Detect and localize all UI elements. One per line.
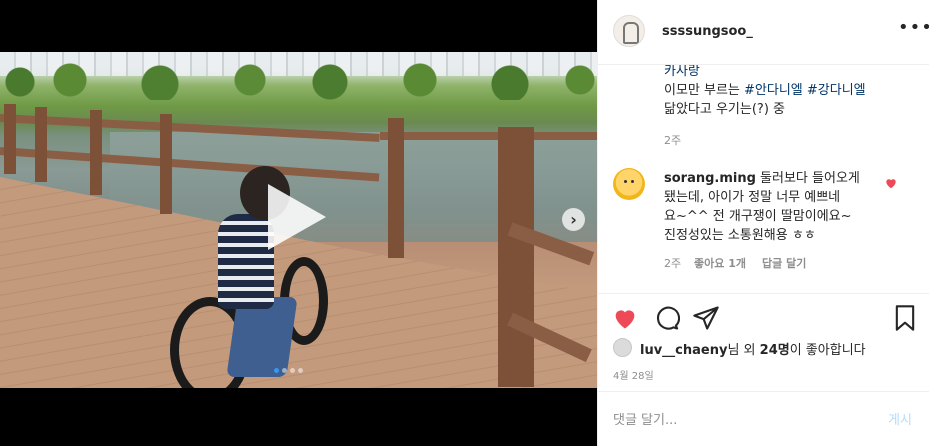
slide-dot-active <box>274 368 279 373</box>
more-horizontal-icon[interactable]: ••• <box>898 17 929 38</box>
share-icon[interactable] <box>692 304 720 332</box>
likes-count[interactable]: 24명 <box>760 343 790 358</box>
liked-heart-icon[interactable] <box>884 176 898 190</box>
comments-list[interactable]: 카사랑 이모만 부르는 #안다니엘 #강다니엘 닮았다고 우기는(?) 중 2주… <box>598 65 929 293</box>
child-legs <box>226 297 298 377</box>
post-media: › <box>0 0 597 446</box>
railing-post <box>90 110 102 195</box>
liker-avatar[interactable] <box>613 338 632 357</box>
slide-indicator <box>274 368 303 373</box>
slide-dot <box>282 368 287 373</box>
likes-text: 이 좋아합니다 <box>789 343 866 358</box>
heart-icon[interactable] <box>611 304 639 332</box>
post-header: ssssungsoo_ ••• <box>598 0 929 65</box>
comment-likes[interactable]: 좋아요 1개 <box>694 255 746 271</box>
post-side-panel: ssssungsoo_ ••• 카사랑 이모만 부르는 #안다니엘 #강다니엘 … <box>597 0 929 446</box>
comment-text: 됐는데, 아이가 정말 너무 예쁘네 <box>664 190 841 205</box>
slide-dot <box>298 368 303 373</box>
child-striped-shirt <box>218 214 274 309</box>
author-avatar[interactable] <box>613 15 645 47</box>
bookmark-icon[interactable] <box>891 304 919 332</box>
comment-item: 카사랑 이모만 부르는 #안다니엘 #강다니엘 닮았다고 우기는(?) 중 <box>664 65 866 119</box>
comment-text: 둘러보다 들어오게 <box>755 171 860 186</box>
railing-post <box>498 127 534 387</box>
comment-text: 요~^^ 전 개구쟁이 딸맘이에요~ <box>664 209 852 224</box>
reply-button[interactable]: 답글 달기 <box>762 255 806 271</box>
liker-username[interactable]: luv__chaeny <box>640 343 727 358</box>
commenter-username[interactable]: sorang.ming <box>664 171 756 186</box>
post-date[interactable]: 4월 28일 <box>613 367 654 382</box>
comment-time[interactable]: 2주 <box>664 255 681 271</box>
railing-post <box>4 104 16 174</box>
comment-text-fragment: 닮았다고 우기는(?) 중 <box>664 102 785 117</box>
post-comment-button[interactable]: 게시 <box>888 409 912 428</box>
likes-summary: luv__chaeny님 외 24명이 좋아합니다 <box>613 337 913 359</box>
comment-text-fragment: 카사랑 <box>664 65 700 79</box>
railing-post <box>160 114 172 214</box>
comment-item: sorang.ming 둘러보다 들어오게 됐는데, 아이가 정말 너무 예쁘네… <box>664 169 879 245</box>
railing-post <box>388 118 404 258</box>
slide-dot <box>290 368 295 373</box>
hashtag-link[interactable]: #안다니엘 <box>744 83 803 98</box>
action-bar <box>598 293 929 343</box>
background-trees <box>0 60 597 100</box>
chevron-right-icon[interactable]: › <box>562 208 585 231</box>
likes-text: 님 외 <box>727 343 760 358</box>
add-comment-bar: 댓글 달기... 게시 <box>598 391 929 446</box>
comment-text: 진정성있는 소통원해용 ㅎㅎ <box>664 228 816 243</box>
comment-icon[interactable] <box>652 304 680 332</box>
comment-input[interactable]: 댓글 달기... <box>613 409 677 428</box>
play-icon[interactable] <box>268 184 326 250</box>
railing <box>380 132 597 140</box>
comment-text-fragment: 이모만 부르는 <box>664 83 745 98</box>
comment-time[interactable]: 2주 <box>664 132 681 148</box>
author-username[interactable]: ssssungsoo_ <box>662 24 753 39</box>
commenter-avatar[interactable] <box>613 168 645 200</box>
railing-post <box>35 107 47 182</box>
hashtag-link[interactable]: #강다니엘 <box>807 83 866 98</box>
